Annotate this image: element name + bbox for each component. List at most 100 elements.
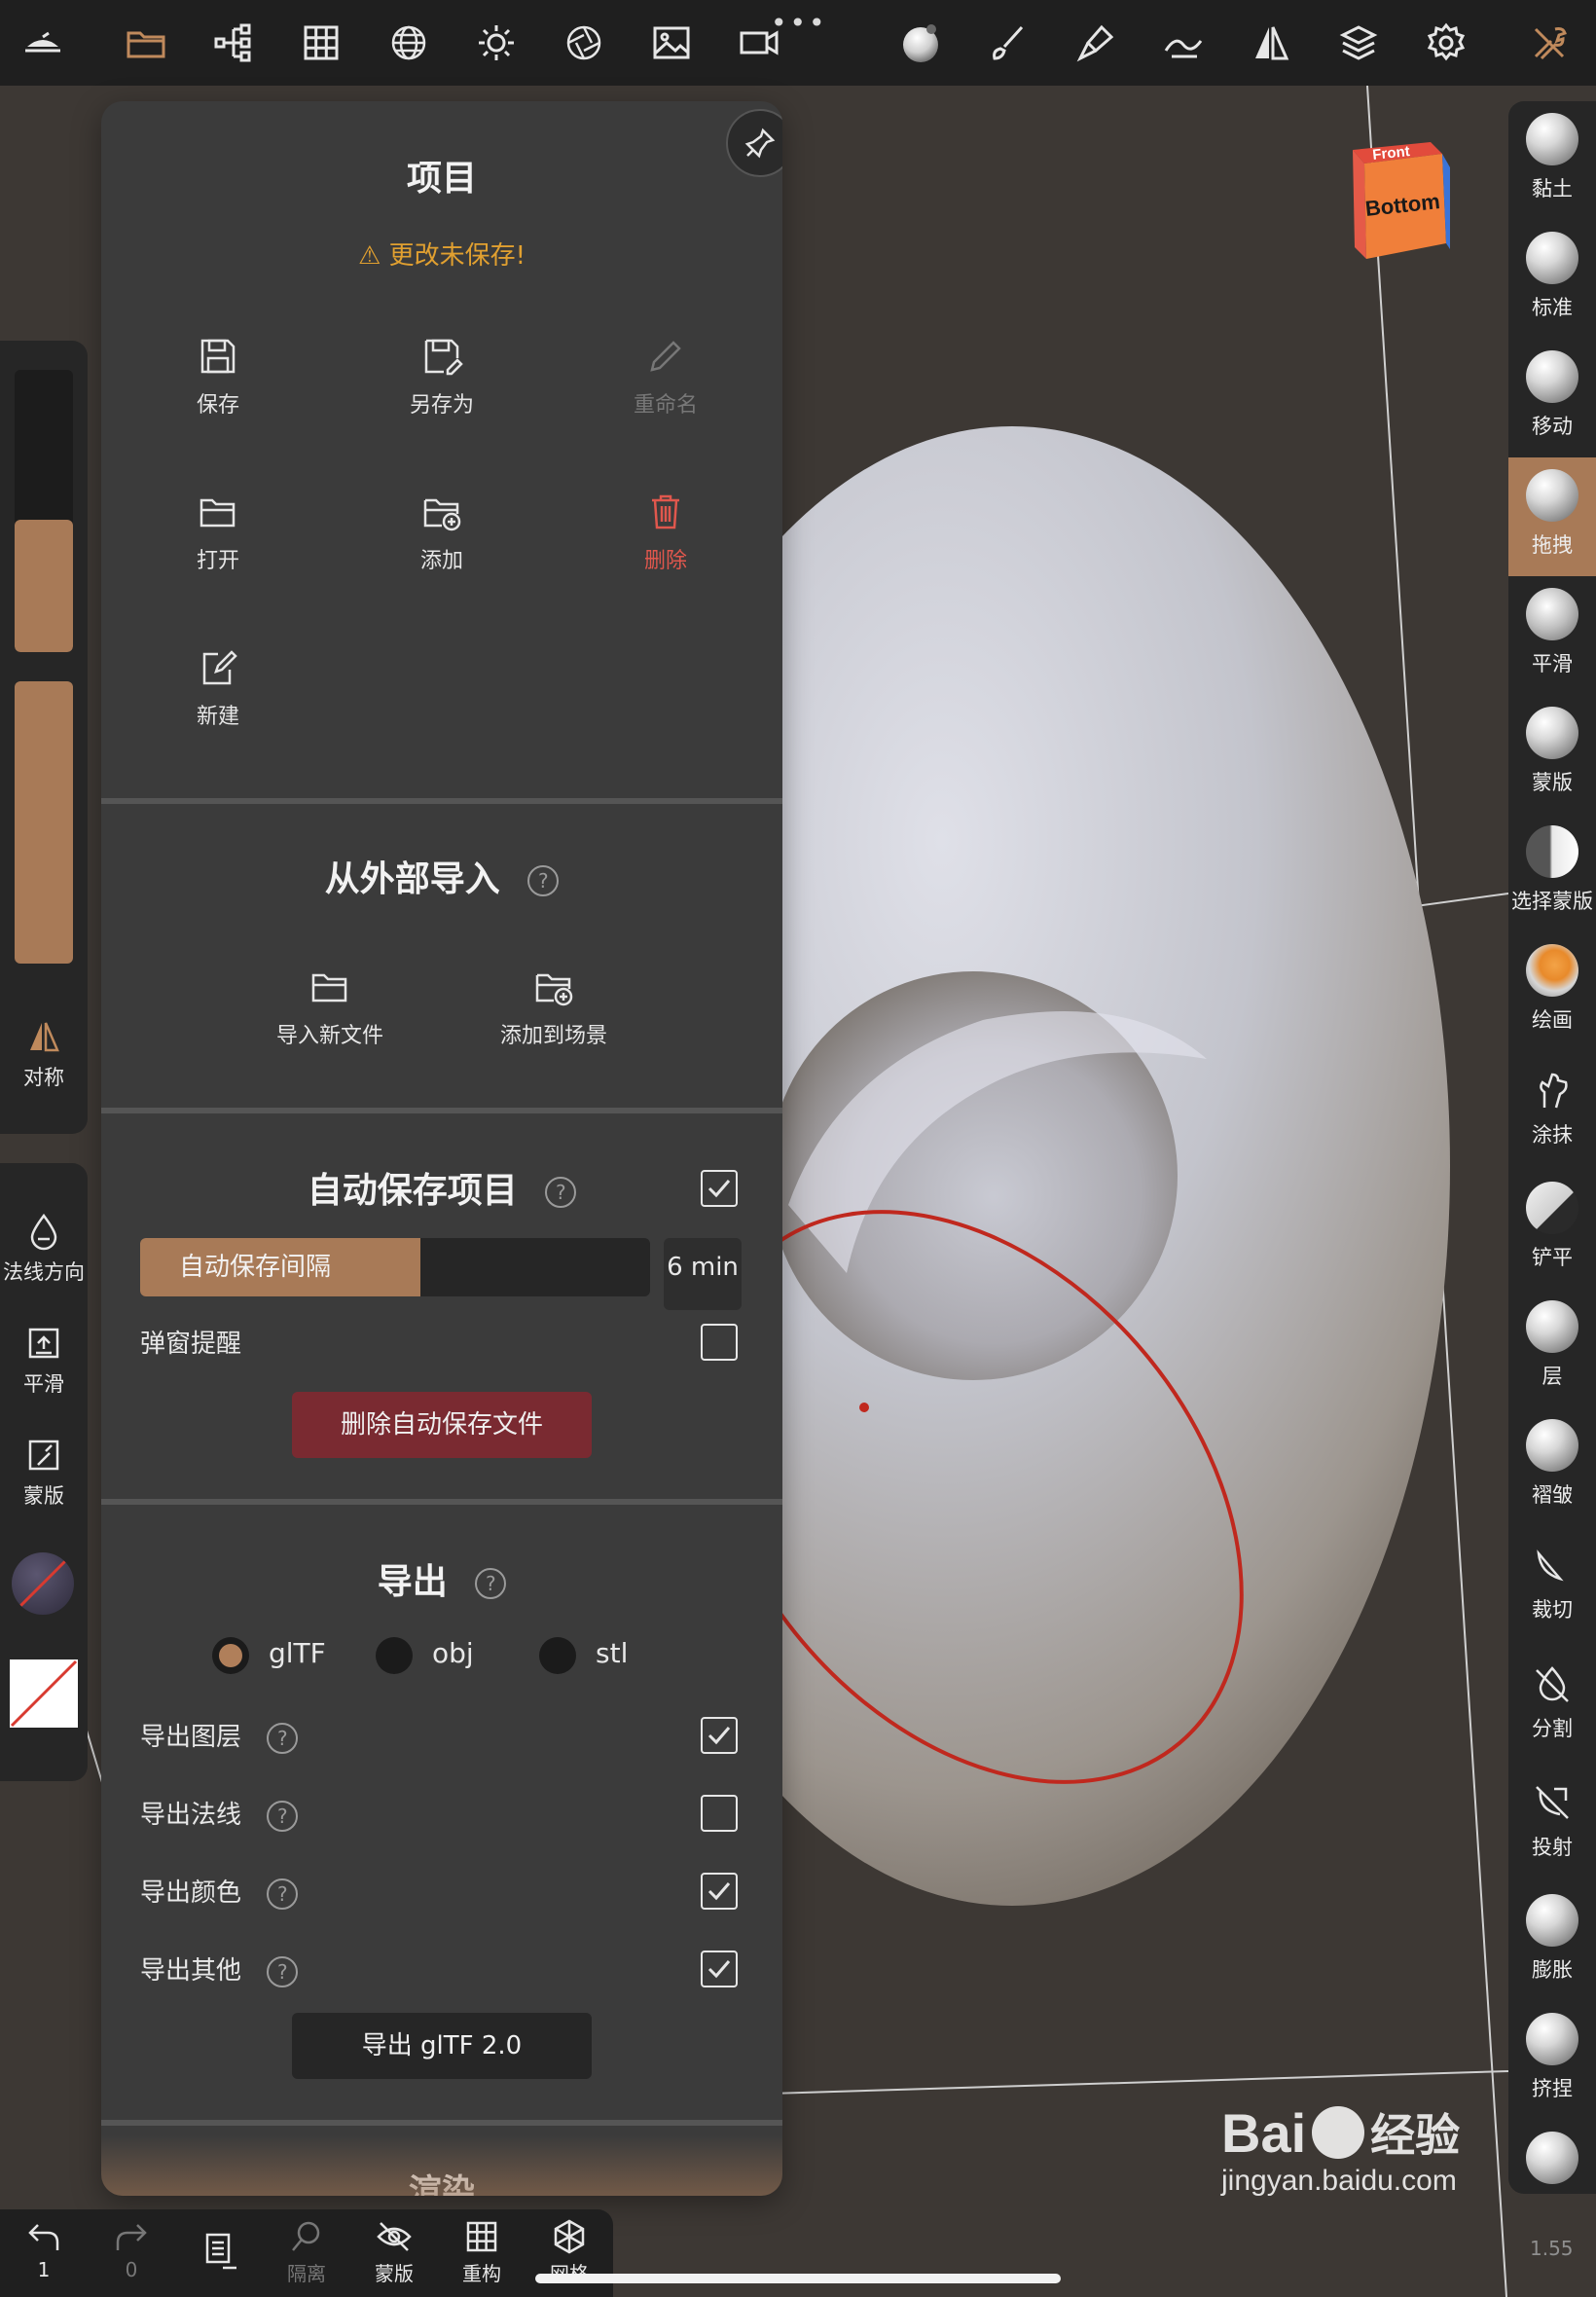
help-icon[interactable]: ? bbox=[267, 1722, 299, 1754]
brush-label: 铲平 bbox=[1532, 1246, 1573, 1269]
add-to-scene-button[interactable]: 添加到场景 bbox=[456, 966, 651, 1082]
clay-brush-icon bbox=[1526, 113, 1578, 165]
radius-slider[interactable] bbox=[15, 370, 73, 652]
delete-button[interactable]: 删除 bbox=[568, 491, 763, 607]
new-label: 新建 bbox=[196, 705, 239, 729]
brush-more[interactable] bbox=[1508, 2120, 1596, 2239]
intensity-slider[interactable] bbox=[15, 681, 73, 964]
sphere-wire-icon[interactable] bbox=[380, 14, 438, 72]
left-tool-panel: 法线方向 平滑 蒙版 bbox=[0, 1163, 88, 1781]
help-icon[interactable]: ? bbox=[527, 865, 560, 896]
help-icon[interactable]: ? bbox=[475, 1568, 507, 1599]
tools-icon[interactable] bbox=[1520, 14, 1578, 72]
open-button[interactable]: 打开 bbox=[121, 491, 315, 607]
trim-icon bbox=[1537, 1550, 1564, 1582]
grid-icon[interactable] bbox=[292, 14, 350, 72]
add-button[interactable]: 添加 bbox=[345, 491, 539, 607]
image-icon[interactable] bbox=[642, 14, 701, 72]
panel-fade bbox=[101, 2135, 782, 2196]
material-swatch[interactable] bbox=[12, 1552, 74, 1615]
export-colors-checkbox[interactable] bbox=[701, 1873, 738, 1910]
brush-split[interactable]: 分割 bbox=[1508, 1645, 1596, 1764]
brush-label: 层 bbox=[1542, 1365, 1563, 1388]
remesh-button[interactable]: 重构 bbox=[438, 2217, 526, 2286]
brush-layer[interactable]: 层 bbox=[1508, 1289, 1596, 1407]
export-layers-checkbox[interactable] bbox=[701, 1717, 738, 1754]
shutter-icon[interactable] bbox=[555, 14, 613, 72]
undo-count: 1 bbox=[37, 2258, 51, 2281]
brush-paint[interactable]: 绘画 bbox=[1508, 932, 1596, 1051]
layers-icon[interactable] bbox=[1329, 14, 1388, 72]
help-icon[interactable]: ? bbox=[267, 1800, 299, 1832]
format-radio-gltf[interactable] bbox=[212, 1637, 249, 1674]
brush-mask[interactable]: 蒙版 bbox=[1508, 695, 1596, 814]
save-button[interactable]: 保存 bbox=[121, 335, 315, 452]
orientation-cube[interactable]: Front Bottom bbox=[1345, 134, 1450, 259]
color-swatch[interactable] bbox=[10, 1659, 78, 1728]
autosave-checkbox[interactable] bbox=[701, 1170, 738, 1207]
more-dots[interactable]: ••• bbox=[771, 10, 828, 37]
help-icon[interactable]: ? bbox=[267, 1878, 299, 1910]
brush-trim[interactable]: 裁切 bbox=[1508, 1526, 1596, 1645]
export-normals-text: 导出法线 bbox=[140, 1801, 242, 1830]
brush-pinch[interactable]: 挤捏 bbox=[1508, 2001, 1596, 2120]
material-sphere-icon[interactable] bbox=[891, 14, 950, 72]
delete-autosave-button[interactable]: 删除自动保存文件 bbox=[292, 1392, 592, 1458]
import-file-button[interactable]: 导入新文件 bbox=[233, 966, 427, 1082]
isolate-button[interactable]: 隔离 bbox=[263, 2217, 350, 2286]
symmetry-tool[interactable]: 对称 bbox=[0, 1017, 88, 1091]
popup-checkbox[interactable] bbox=[701, 1324, 738, 1361]
menu-icon[interactable] bbox=[14, 14, 72, 72]
brush-select-mask[interactable]: 选择蒙版 bbox=[1508, 814, 1596, 932]
brush-inflate[interactable]: 膨胀 bbox=[1508, 1882, 1596, 2001]
sun-icon[interactable] bbox=[467, 14, 526, 72]
autosave-interval-slider[interactable]: 自动保存间隔 bbox=[140, 1238, 650, 1296]
project-title: 项目 bbox=[406, 159, 477, 199]
new-button[interactable]: 新建 bbox=[121, 646, 315, 763]
symmetry-icon[interactable] bbox=[1242, 14, 1300, 72]
folder-icon[interactable] bbox=[117, 14, 175, 72]
export-normals-checkbox[interactable] bbox=[701, 1795, 738, 1832]
help-icon[interactable]: ? bbox=[267, 1955, 299, 1987]
rename-button[interactable]: 重命名 bbox=[568, 335, 763, 452]
format-radio-obj[interactable] bbox=[376, 1637, 413, 1674]
paint-icon[interactable] bbox=[1067, 14, 1125, 72]
export-gltf-button[interactable]: 导出 glTF 2.0 bbox=[292, 2013, 592, 2079]
brush-label: 平滑 bbox=[1532, 652, 1573, 675]
brush-label: 蒙版 bbox=[1532, 771, 1573, 794]
import-title: 从外部导入 ? bbox=[101, 851, 782, 901]
mask-visibility-button[interactable]: 蒙版 bbox=[350, 2217, 438, 2286]
mask-tool[interactable]: 蒙版 bbox=[0, 1436, 88, 1510]
rename-label: 重命名 bbox=[633, 393, 698, 418]
project-panel: 项目 ⚠ 更改未保存! 保存 另存为 重命名 打开 添加 删除 新建 从外部导入… bbox=[101, 101, 782, 2196]
check-icon bbox=[707, 1180, 731, 1198]
inflate-brush-icon bbox=[1526, 1894, 1578, 1947]
brush-move[interactable]: 移动 bbox=[1508, 339, 1596, 457]
undo-button[interactable]: 1 bbox=[0, 2217, 88, 2281]
brush-icon[interactable] bbox=[979, 14, 1037, 72]
interval-value: 6 min bbox=[664, 1238, 742, 1310]
brush-smooth[interactable]: 平滑 bbox=[1508, 576, 1596, 695]
redo-icon bbox=[116, 2224, 147, 2250]
brush-drag[interactable]: 拖拽 bbox=[1508, 457, 1596, 576]
undo-icon bbox=[28, 2224, 59, 2250]
mask-label: 蒙版 bbox=[23, 1484, 64, 1508]
brush-smudge[interactable]: 涂抹 bbox=[1508, 1051, 1596, 1170]
brush-standard[interactable]: 标准 bbox=[1508, 220, 1596, 339]
redo-button[interactable]: 0 bbox=[88, 2217, 175, 2281]
brush-project[interactable]: 投射 bbox=[1508, 1764, 1596, 1882]
brush-crease[interactable]: 褶皱 bbox=[1508, 1407, 1596, 1526]
settings-icon[interactable] bbox=[1417, 14, 1475, 72]
smooth-tool[interactable]: 平滑 bbox=[0, 1324, 88, 1398]
notes-button[interactable] bbox=[175, 2217, 263, 2272]
help-icon[interactable]: ? bbox=[545, 1177, 577, 1208]
export-other-checkbox[interactable] bbox=[701, 1951, 738, 1987]
save-as-button[interactable]: 另存为 bbox=[345, 335, 539, 452]
format-radio-stl[interactable] bbox=[539, 1637, 576, 1674]
scene-tree-icon[interactable] bbox=[204, 14, 263, 72]
normal-direction-tool[interactable]: 法线方向 bbox=[0, 1212, 88, 1286]
brush-flatten[interactable]: 铲平 bbox=[1508, 1170, 1596, 1289]
stroke-icon[interactable] bbox=[1154, 14, 1213, 72]
brush-label: 褶皱 bbox=[1532, 1483, 1573, 1507]
brush-clay[interactable]: 黏土 bbox=[1508, 101, 1596, 220]
